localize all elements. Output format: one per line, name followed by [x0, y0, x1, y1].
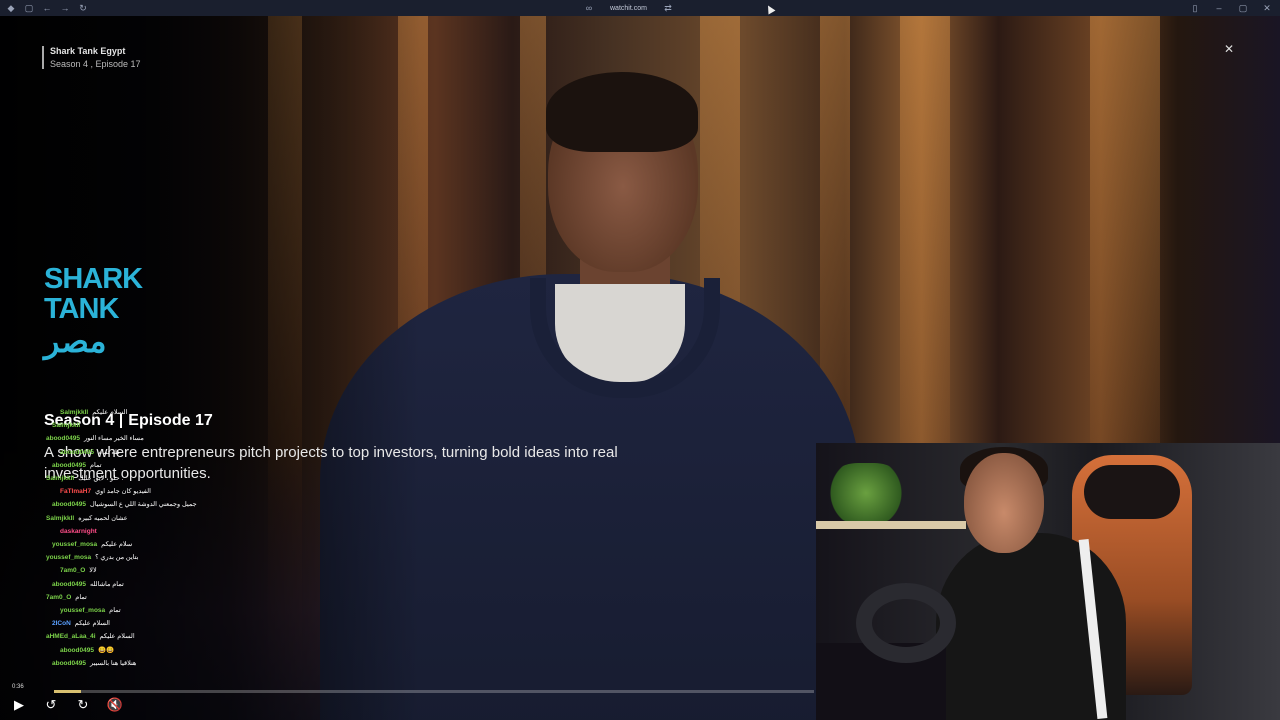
progress-bar[interactable] [54, 690, 814, 693]
chat-username: abood0495 [60, 646, 94, 654]
chat-username: 7am0_O [60, 567, 86, 575]
chat-username: abood0495 [60, 448, 94, 456]
chat-text: السلام عليكم [74, 620, 110, 628]
chat-username: abood0495 [52, 659, 86, 667]
chat-username: Salmjkkll [46, 514, 75, 522]
url-text[interactable]: watchit.com [610, 5, 647, 12]
chat-username: youssef_mosa [46, 554, 92, 562]
link-icon[interactable]: ∞ [584, 3, 594, 13]
chat-message: abood0495 😀😀 [40, 644, 270, 657]
chat-username: Salmjkkll [60, 409, 89, 416]
chat-username: abood0495 [52, 580, 86, 588]
chat-text: تمام ماشالله [89, 580, 124, 588]
chat-message: abood0495 تمام ماشالله [40, 578, 270, 591]
split-view-icon[interactable]: ▯ [1190, 3, 1200, 13]
chat-message: youssef_mosa سلام عليكم [40, 538, 270, 551]
chat-message: Salmjkkll حلو ، لايق عليك . [40, 472, 270, 485]
show-title: Shark Tank Egypt [50, 46, 126, 56]
chat-username: youssef_mosa [52, 541, 98, 549]
chair-logo [1084, 465, 1180, 519]
chat-message: abood0495 تمام [40, 459, 270, 472]
chat-text: تمام [89, 461, 102, 469]
chat-text: تمام [75, 593, 87, 601]
chat-username: Salmjkkll [46, 475, 75, 483]
chat-message: youssef_mosa بتاين من بدري ؟ [40, 551, 270, 564]
chat-username: Salmjkkll [52, 422, 81, 430]
now-playing-title: Shark Tank Egypt Season 4 , Episode 17 [42, 46, 141, 69]
chat-username: FaTImaH7 [60, 488, 92, 496]
chat-message: 7am0_O لالا [40, 564, 270, 577]
plant [826, 463, 906, 523]
chat-message: abood0495 جميل وجمعني الدوشة اللي ع السوش… [40, 498, 270, 511]
chat-username: aHMEd_aLaa_4i [46, 633, 96, 641]
chat-overlay: Salmjkkll السلام عليكم Salmjkkll abood0495 م… [40, 406, 270, 670]
close-player-icon[interactable]: ✕ [1224, 42, 1234, 56]
chat-text: تمام [109, 607, 121, 615]
back-icon[interactable]: ← [42, 3, 52, 13]
chat-text: سلام عليكم [101, 541, 133, 549]
chat-text: السلام عليكم [99, 633, 135, 641]
chat-text: حلو ، لايق عليك . [78, 475, 124, 483]
chat-text: هنلاقيا هنا بالسيبر [89, 659, 137, 667]
player-controls: ▶ ↺ ↻ 🔇 [10, 696, 124, 714]
chat-message: daskarnight [40, 525, 270, 538]
chat-text: مساء الخير مساء النور [83, 435, 144, 443]
chat-username: 2ICoN [52, 620, 71, 628]
rewind-icon[interactable]: ↺ [42, 696, 60, 714]
chat-text: السلام عليكم [92, 409, 128, 416]
webcam-overlay [816, 443, 1280, 720]
shelf [816, 521, 966, 529]
progress-fill [54, 690, 81, 693]
chat-text: عشان لحميه كبيره [78, 514, 128, 522]
chat-username: abood0495 [46, 435, 80, 443]
browser-toolbar: ◆ ▢ ← → ↻ ∞ watchit.com ⇄ ▯ – ▢ ✕ [0, 0, 1280, 16]
chat-message: abood0495 مساء الخير مساء النور [40, 432, 270, 445]
chat-username: 7am0_O [46, 593, 72, 601]
reload-icon[interactable]: ↻ [78, 3, 88, 13]
presenter-hair [546, 72, 698, 152]
minimize-icon[interactable]: – [1214, 3, 1224, 13]
chat-text: لالا [89, 567, 97, 575]
chat-text: الفيديو كان جامد اوي [95, 488, 151, 496]
mute-icon[interactable]: 🔇 [106, 696, 124, 714]
chat-username: daskarnight [60, 527, 97, 535]
chat-message: 7am0_O تمام [40, 591, 270, 604]
forward-skip-icon[interactable]: ↻ [74, 696, 92, 714]
chat-username: youssef_mosa [60, 607, 106, 615]
show-logo: SHARK TANK مصر [44, 263, 143, 359]
chat-message: abood0495 هنلاقيا هنا بالسيبر [40, 657, 270, 670]
chat-text: جميل وجمعني الدوشة اللي ع السوشيال [89, 501, 197, 509]
chat-text: بتاين من بدري ؟ [95, 554, 139, 562]
headset [856, 583, 956, 663]
chat-message: Salmjkkll السلام عليكم [40, 406, 270, 419]
chat-message: FaTImaH7 الفيديو كان جامد اوي [40, 485, 270, 498]
sidebar-toggle-icon[interactable]: ▢ [24, 3, 34, 13]
chat-message: abood0495 كله تمام [40, 446, 270, 459]
chat-text: 😀😀 [97, 646, 115, 654]
maximize-icon[interactable]: ▢ [1238, 3, 1248, 13]
current-time: 0:36 [12, 684, 24, 690]
chat-message: youssef_mosa تمام [40, 604, 270, 617]
episode-subtitle: Season 4 , Episode 17 [50, 59, 141, 69]
forward-icon[interactable]: → [60, 3, 70, 13]
streamer-head [964, 453, 1044, 553]
chat-message: Salmjkkll عشان لحميه كبيره [40, 512, 270, 525]
browser-logo-icon[interactable]: ◆ [6, 3, 16, 13]
chat-username: abood0495 [52, 461, 86, 469]
close-window-icon[interactable]: ✕ [1262, 3, 1272, 13]
chat-message: aHMEd_aLaa_4i السلام عليكم [40, 630, 270, 643]
play-icon[interactable]: ▶ [10, 696, 28, 714]
chat-message: Salmjkkll [40, 419, 270, 432]
chat-message: 2ICoN السلام عليكم [40, 617, 270, 630]
chat-username: abood0495 [52, 501, 86, 509]
site-settings-icon[interactable]: ⇄ [663, 3, 673, 13]
chat-text: كله تمام [97, 448, 121, 456]
